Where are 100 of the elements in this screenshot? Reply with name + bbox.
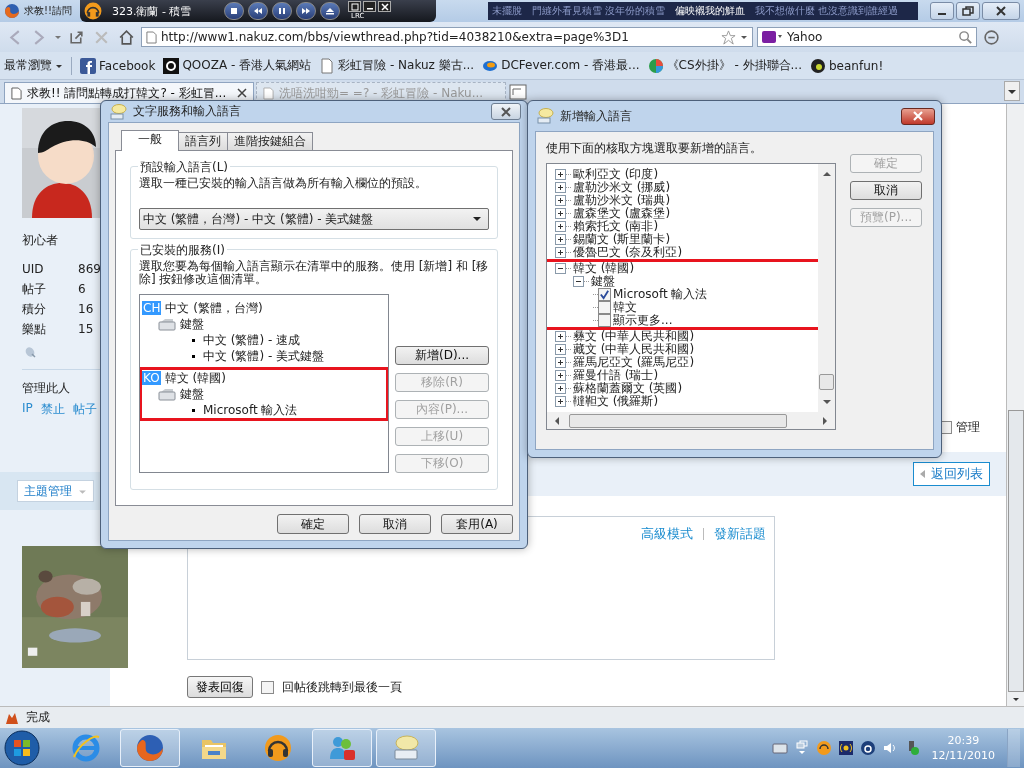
restore-button[interactable] — [956, 2, 980, 20]
expander-icon[interactable] — [555, 208, 566, 219]
expander-icon[interactable] — [555, 383, 566, 394]
tree-item[interactable]: Microsoft 輸入法 — [142, 402, 386, 418]
manage-title: 管理此人 — [22, 380, 71, 397]
caret-icon[interactable] — [1004, 81, 1020, 101]
expander-icon[interactable] — [555, 234, 566, 245]
tree-item[interactable]: 中文 (繁體) - 美式鍵盤 — [142, 348, 386, 364]
expander-icon[interactable] — [573, 276, 584, 287]
right-arrow-icon[interactable] — [821, 415, 829, 426]
close-button[interactable] — [378, 1, 391, 12]
tab-list-icon[interactable] — [508, 83, 528, 101]
checkbox[interactable] — [598, 288, 611, 301]
stat-label: 帖子 — [22, 280, 47, 298]
dialog-button[interactable]: 新增(D)... — [395, 346, 489, 365]
scrollbar[interactable] — [1006, 104, 1024, 706]
expander-icon[interactable] — [555, 396, 566, 407]
expander-icon[interactable] — [555, 221, 566, 232]
next-button[interactable] — [296, 2, 316, 20]
expander-icon[interactable] — [555, 357, 566, 368]
eject-button[interactable] — [320, 2, 340, 20]
reply-button[interactable]: 發表回復 — [187, 676, 253, 698]
expander-icon[interactable] — [555, 182, 566, 193]
tree-item[interactable]: 鍵盤 — [142, 316, 386, 332]
scroll-thumb[interactable] — [819, 374, 834, 390]
group-description: 選取您要為每個輸入語言顯示在清單中的服務。使用 [新增] 和 [移除] 按鈕修改這個清單。 — [139, 260, 489, 286]
taskbar-button[interactable] — [312, 729, 372, 767]
minimize-button[interactable] — [363, 1, 376, 12]
expander-icon[interactable] — [555, 370, 566, 381]
close-button[interactable] — [901, 107, 935, 125]
close-icon[interactable] — [237, 88, 247, 98]
checkbox[interactable] — [598, 301, 611, 314]
editor-link[interactable]: 發新話題 — [714, 525, 766, 543]
tree-item[interactable]: 中文 (繁體) - 速成 — [142, 332, 386, 348]
tree-item[interactable]: 鍵盤 — [142, 386, 386, 402]
dialog-tab[interactable]: 一般 — [121, 130, 179, 151]
search-engine-icon[interactable] — [761, 29, 783, 45]
dialog-tab[interactable]: 進階按鍵組合 — [227, 132, 313, 150]
volume-icon[interactable] — [881, 740, 898, 756]
reload-icon[interactable] — [68, 28, 85, 46]
dialog-button[interactable]: 確定 — [277, 514, 349, 534]
circle-icon[interactable] — [859, 740, 876, 756]
keyboard-icon[interactable] — [771, 740, 788, 756]
tree-item[interactable]: 鍵盤 — [589, 273, 615, 290]
down-arrow-icon[interactable] — [821, 398, 832, 406]
left-arrow-icon[interactable] — [553, 415, 561, 426]
close-button[interactable] — [491, 103, 521, 120]
search-field[interactable]: Yahoo — [757, 27, 977, 47]
headphones-icon[interactable] — [815, 740, 832, 756]
wireless-icon[interactable] — [837, 740, 854, 756]
menu-icon[interactable] — [983, 28, 1000, 46]
restore-button[interactable] — [348, 1, 361, 12]
bookmark-link[interactable]: 《CS外掛》 - 外掛聯合... — [647, 57, 802, 74]
dialog-button[interactable]: 取消 — [359, 514, 431, 534]
language-dropdown[interactable]: 中文 (繁體，台灣) - 中文 (繁體) - 美式鍵盤 — [139, 208, 489, 230]
previous-button[interactable] — [248, 2, 268, 20]
tree-item[interactable]: 優魯巴文 (奈及利亞) — [571, 244, 683, 261]
scrollbar[interactable] — [547, 412, 835, 429]
taskbar-button[interactable] — [120, 729, 180, 767]
expander-icon[interactable] — [555, 247, 566, 258]
star-icon[interactable] — [721, 29, 736, 45]
tree-item[interactable]: CH 中文 (繁體，台灣) — [142, 300, 386, 316]
bookmark-link[interactable]: 最常瀏覽 — [4, 57, 63, 74]
expander-icon[interactable] — [555, 331, 566, 342]
close-button[interactable] — [982, 2, 1020, 20]
topic-menu-button[interactable]: 主題管理 — [17, 480, 94, 502]
scrollbar[interactable] — [818, 164, 835, 412]
pause-button[interactable] — [272, 2, 292, 20]
up-arrow-icon[interactable] — [821, 170, 832, 178]
headphones-icon — [84, 2, 102, 20]
stat-value: 16 — [78, 302, 94, 316]
address-field[interactable]: http://www1.nakuz.com/bbs/viewthread.php?tid=4038210&extra=page%3D1 — [141, 27, 753, 47]
dialog-button[interactable]: 套用(A) — [441, 514, 513, 534]
square-icon — [163, 57, 180, 74]
checkbox[interactable] — [598, 314, 611, 327]
checkbox[interactable] — [261, 680, 274, 694]
dialog-tab[interactable]: 語言列 — [178, 132, 228, 150]
search-icon[interactable] — [958, 29, 973, 45]
group-legend: 已安裝的服務(I) — [138, 242, 227, 259]
start-button[interactable] — [4, 730, 40, 766]
expander-icon[interactable] — [555, 263, 566, 274]
bookmark-link[interactable]: DCFever.com - 香港最... — [482, 57, 640, 74]
editor-link[interactable]: 高級模式 — [641, 525, 693, 543]
home-icon[interactable] — [118, 28, 135, 46]
bookmark-link[interactable]: Facebook — [80, 57, 156, 74]
expander-icon[interactable] — [555, 344, 566, 355]
caret-icon[interactable] — [740, 33, 748, 41]
stop-button[interactable] — [224, 2, 244, 20]
bookmark-link[interactable]: 彩虹冒險 - Nakuz 樂古... — [319, 57, 475, 74]
expander-icon[interactable] — [555, 195, 566, 206]
dialog-button[interactable]: 取消 — [850, 181, 922, 200]
expander-icon[interactable] — [555, 169, 566, 180]
lyric-line: 偏映襯我的鮮血 — [675, 4, 746, 18]
tree-item[interactable]: 韃靼文 (俄羅斯) — [571, 393, 659, 410]
bookmark-link[interactable]: beanfun! — [810, 57, 884, 74]
keyboard-icon — [391, 733, 421, 763]
bookmark-link[interactable]: QOOZA - 香港人氣網站 — [163, 57, 312, 74]
tree-item[interactable]: KO 韓文 (韓國) — [142, 370, 386, 386]
minimize-button[interactable] — [930, 2, 954, 20]
back-to-list-button[interactable]: 返回列表 — [913, 462, 990, 486]
